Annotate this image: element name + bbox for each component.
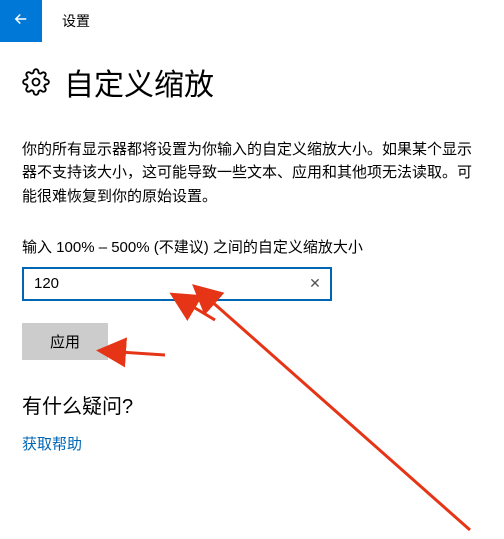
back-button[interactable] — [0, 0, 42, 42]
scale-input[interactable] — [22, 267, 332, 301]
content-area: 自定义缩放 你的所有显示器都将设置为你输入的自定义缩放大小。如果某个显示器不支持… — [0, 42, 504, 454]
apply-button[interactable]: 应用 — [22, 323, 108, 360]
description-text: 你的所有显示器都将设置为你输入的自定义缩放大小。如果某个显示器不支持该大小，这可… — [22, 138, 482, 208]
gear-icon — [22, 68, 50, 96]
scale-input-wrapper: ✕ — [22, 267, 332, 301]
page-heading-row: 自定义缩放 — [22, 60, 482, 104]
get-help-link[interactable]: 获取帮助 — [22, 436, 82, 453]
close-icon: ✕ — [309, 275, 321, 292]
scale-field-label: 输入 100% – 500% (不建议) 之间的自定义缩放大小 — [22, 236, 482, 257]
arrow-left-icon — [12, 10, 30, 33]
page-title: 自定义缩放 — [64, 60, 214, 104]
help-heading: 有什么疑问? — [22, 390, 482, 419]
window-title: 设置 — [42, 11, 90, 31]
titlebar: 设置 — [0, 0, 504, 42]
clear-input-button[interactable]: ✕ — [298, 267, 332, 301]
